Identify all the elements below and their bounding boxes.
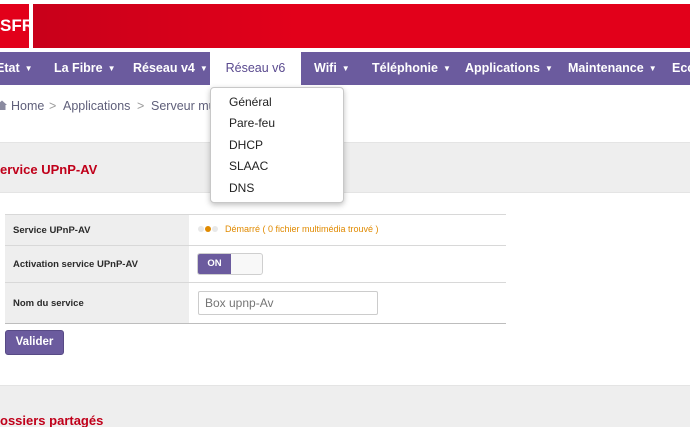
chevron-down-icon: ▼ (199, 64, 208, 73)
nav-label: Maintenance (568, 61, 644, 75)
nav-telephonie[interactable]: Téléphonie ▼ (372, 52, 451, 85)
chevron-down-icon: ▼ (341, 64, 350, 73)
form-row-activation: Activation service UPnP-AV ON (5, 246, 506, 283)
nav-eco[interactable]: Eco (672, 52, 690, 85)
section-title: ervice UPnP-AV (0, 162, 98, 177)
nav-reseau-v4[interactable]: Réseau v4 ▼ (133, 52, 208, 85)
form-row-service-status: Service UPnP-AV Démarré ( 0 fichier mult… (5, 214, 506, 246)
service-name-input[interactable] (198, 291, 378, 315)
row-label: Nom du service (5, 283, 189, 323)
breadcrumb-home[interactable]: Home (11, 99, 44, 113)
chevron-down-icon: ▼ (442, 64, 451, 73)
service-status: Démarré ( 0 fichier multimédia trouvé ) (198, 224, 379, 234)
form-row-service-name: Nom du service (5, 283, 506, 324)
nav-label: Eco (672, 61, 690, 75)
section-title: ossiers partagés (0, 413, 104, 427)
nav-label: Wifi (314, 61, 337, 75)
nav-etat[interactable]: Etat ▼ (0, 52, 33, 85)
page: SFR Etat ▼ La Fibre ▼ Réseau v4 ▼ Réseau v6… (0, 0, 690, 427)
nav-wifi[interactable]: Wifi ▼ (314, 52, 350, 85)
nav-label: Réseau v6 (225, 61, 286, 75)
breadcrumb-separator: > (137, 99, 145, 113)
upnp-form: Service UPnP-AV Démarré ( 0 fichier mult… (5, 214, 506, 324)
menu-item-dhcp[interactable]: DHCP (229, 138, 263, 152)
row-label: Activation service UPnP-AV (5, 246, 189, 282)
reseau-v6-dropdown-menu: Général Pare-feu DHCP SLAAC DNS (210, 87, 344, 203)
nav-applications[interactable]: Applications ▼ (465, 52, 553, 85)
main-nav: Etat ▼ La Fibre ▼ Réseau v4 ▼ Réseau v6 Wif… (0, 52, 690, 85)
status-text: Démarré ( 0 fichier multimédia trouvé ) (225, 224, 379, 234)
menu-item-dns[interactable]: DNS (229, 181, 254, 195)
chevron-down-icon: ▼ (24, 64, 33, 73)
row-label: Service UPnP-AV (5, 215, 189, 245)
submit-button[interactable]: Valider (5, 330, 64, 355)
sfr-logo[interactable]: SFR (0, 4, 29, 48)
chevron-down-icon: ▼ (545, 64, 553, 73)
breadcrumb-separator: > (49, 99, 57, 113)
section-header-shared-folders: ossiers partagés (0, 385, 690, 427)
breadcrumb-current: Serveur mu (151, 99, 216, 113)
header: SFR (0, 0, 690, 52)
menu-item-slaac[interactable]: SLAAC (229, 159, 268, 173)
menu-item-pare-feu[interactable]: Pare-feu (229, 116, 275, 130)
nav-la-fibre[interactable]: La Fibre ▼ (54, 52, 116, 85)
section-header-upnp: ervice UPnP-AV (0, 142, 690, 193)
nav-label: Réseau v4 (133, 61, 195, 75)
nav-maintenance[interactable]: Maintenance ▼ (568, 52, 657, 85)
home-icon[interactable] (0, 100, 7, 110)
nav-label: La Fibre (54, 61, 103, 75)
nav-label: Applications (465, 61, 541, 75)
chevron-down-icon: ▼ (107, 64, 116, 73)
nav-reseau-v6[interactable]: Réseau v6 (210, 52, 301, 85)
toggle-on-label: ON (198, 254, 231, 274)
status-dots-icon (198, 226, 219, 232)
activation-toggle[interactable]: ON (197, 253, 263, 275)
breadcrumb-applications[interactable]: Applications (63, 99, 130, 113)
menu-item-general[interactable]: Général (229, 95, 272, 109)
nav-label: Etat (0, 61, 20, 75)
chevron-down-icon: ▼ (648, 64, 657, 73)
header-banner (33, 4, 690, 48)
nav-label: Téléphonie (372, 61, 438, 75)
